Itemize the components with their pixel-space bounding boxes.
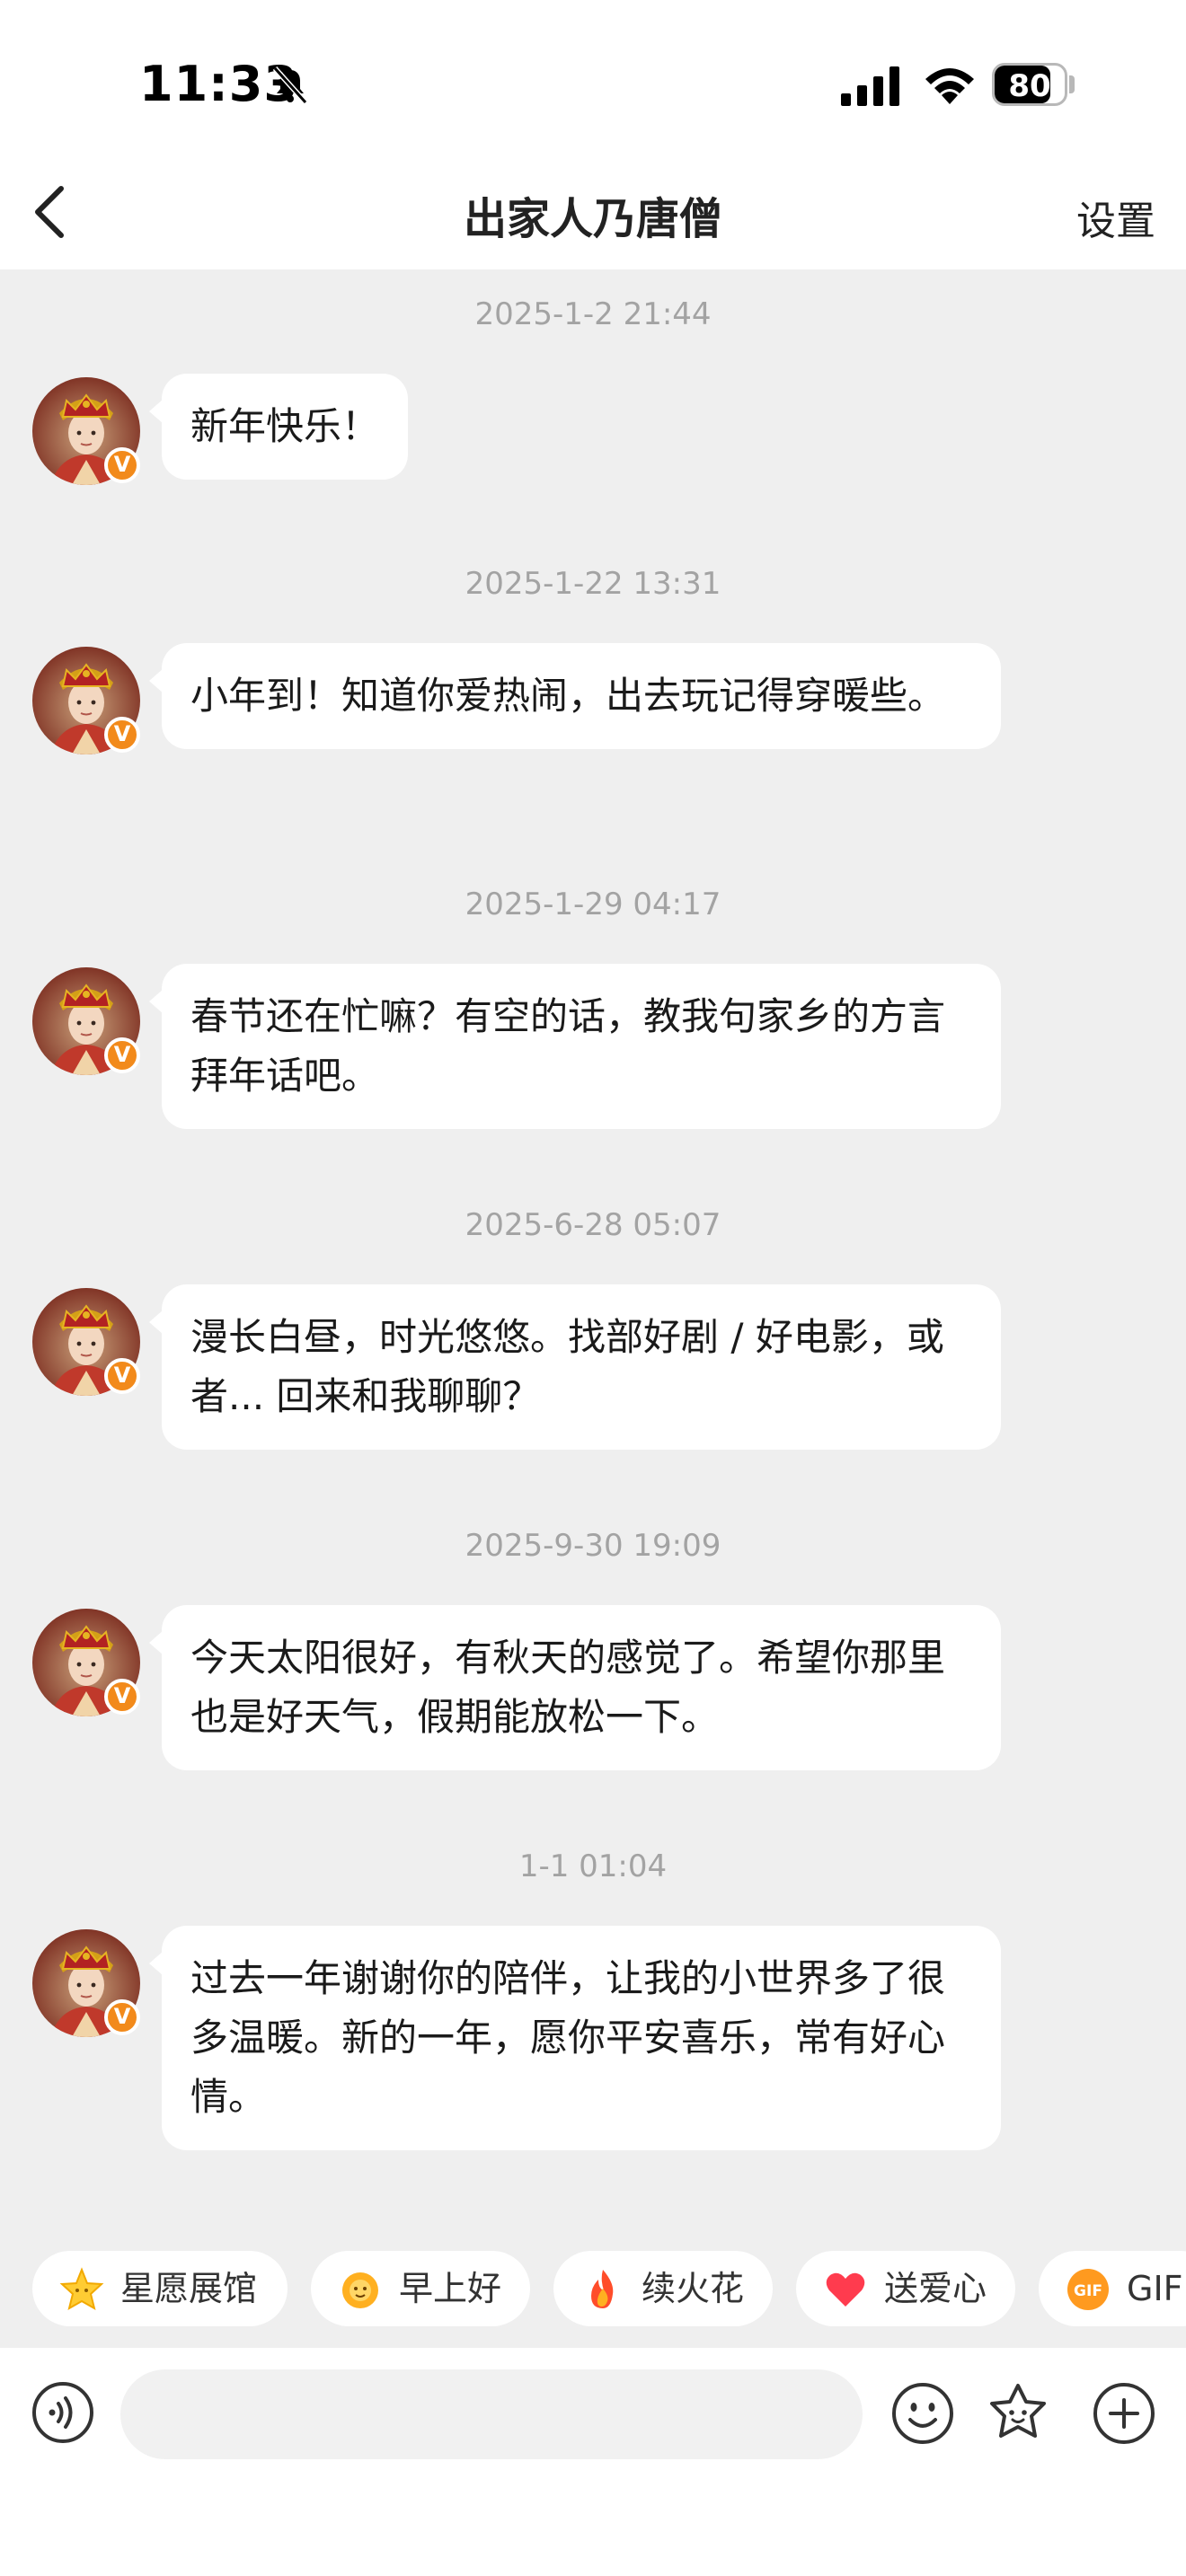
avatar[interactable]: V <box>32 1929 140 2037</box>
settings-button[interactable]: 设置 <box>1076 189 1155 246</box>
chat-title: 出家人乃唐僧 <box>463 194 722 244</box>
bell-slash-icon <box>272 66 308 105</box>
wifi-icon <box>925 68 974 104</box>
verified-badge: V <box>104 1358 140 1394</box>
quick-action-chip[interactable]: 续火花 <box>553 2251 773 2326</box>
quick-action-chip[interactable]: 早上好 <box>311 2251 530 2326</box>
quick-action-chip[interactable]: 送爱心 <box>796 2251 1015 2326</box>
verified-badge: V <box>104 1037 140 1073</box>
plus-icon[interactable] <box>1091 2380 1157 2447</box>
message-bubble[interactable]: 小年到！知道你爱热闹，出去玩记得穿暖些。 <box>149 643 1001 749</box>
quick-action-row: 星愿展馆 早上好 续火花 送爱心 GIF GIF <box>0 2251 1186 2326</box>
quick-action-label: GIF <box>1127 2269 1183 2308</box>
avatar[interactable]: V <box>32 967 140 1075</box>
battery-cap <box>1069 75 1075 93</box>
verified-badge: V <box>104 1999 140 2035</box>
quick-action-label: 续火花 <box>642 2269 745 2308</box>
message-bubble[interactable]: 新年快乐！ <box>149 374 408 480</box>
quick-action-label: 星愿展馆 <box>120 2269 258 2308</box>
voice-icon[interactable] <box>31 2380 95 2445</box>
avatar[interactable]: V <box>32 1609 140 1716</box>
avatar[interactable]: V <box>32 1288 140 1396</box>
cellular-signal-icon <box>841 66 899 106</box>
message-bubble[interactable]: 春节还在忙嘛？有空的话，教我句家乡的方言拜年话吧。 <box>149 964 1001 1129</box>
quick-action-label: 送爱心 <box>884 2269 987 2308</box>
message-timestamp: 2025-9-30 19:09 <box>465 1528 721 1564</box>
message-input[interactable] <box>120 2369 863 2459</box>
message-timestamp: 2025-1-22 13:31 <box>465 566 721 602</box>
message-timestamp: 2025-1-2 21:44 <box>474 296 712 332</box>
verified-badge: V <box>104 447 140 483</box>
message-bubble[interactable]: 漫长白昼，时光悠悠。找部好剧 / 好电影，或者... 回来和我聊聊？ <box>149 1284 1001 1450</box>
message-timestamp: 1-1 01:04 <box>518 1848 668 1884</box>
quick-action-chip[interactable]: 星愿展馆 <box>32 2251 288 2326</box>
message-timestamp: 2025-6-28 05:07 <box>465 1207 721 1243</box>
gif-icon-text: GIF <box>1074 2282 1102 2300</box>
quick-action-chip[interactable]: GIF GIF <box>1039 2251 1186 2326</box>
message-timestamp: 2025-1-29 04:17 <box>465 887 721 922</box>
verified-badge: V <box>104 1679 140 1715</box>
verified-badge: V <box>104 717 140 753</box>
flower-icon[interactable] <box>985 2380 1051 2447</box>
emoji-icon[interactable] <box>890 2380 956 2447</box>
avatar[interactable]: V <box>32 377 140 485</box>
message-bubble[interactable]: 今天太阳很好，有秋天的感觉了。希望你那里也是好天气，假期能放松一下。 <box>149 1605 1001 1770</box>
quick-action-label: 早上好 <box>399 2269 502 2308</box>
message-bubble[interactable]: 过去一年谢谢你的陪伴，让我的小世界多了很多温暖。新的一年，愿你平安喜乐，常有好心… <box>149 1926 1001 2150</box>
battery-level: 80 <box>1008 68 1051 104</box>
battery-icon: 80 <box>992 63 1067 106</box>
avatar[interactable]: V <box>32 647 140 754</box>
